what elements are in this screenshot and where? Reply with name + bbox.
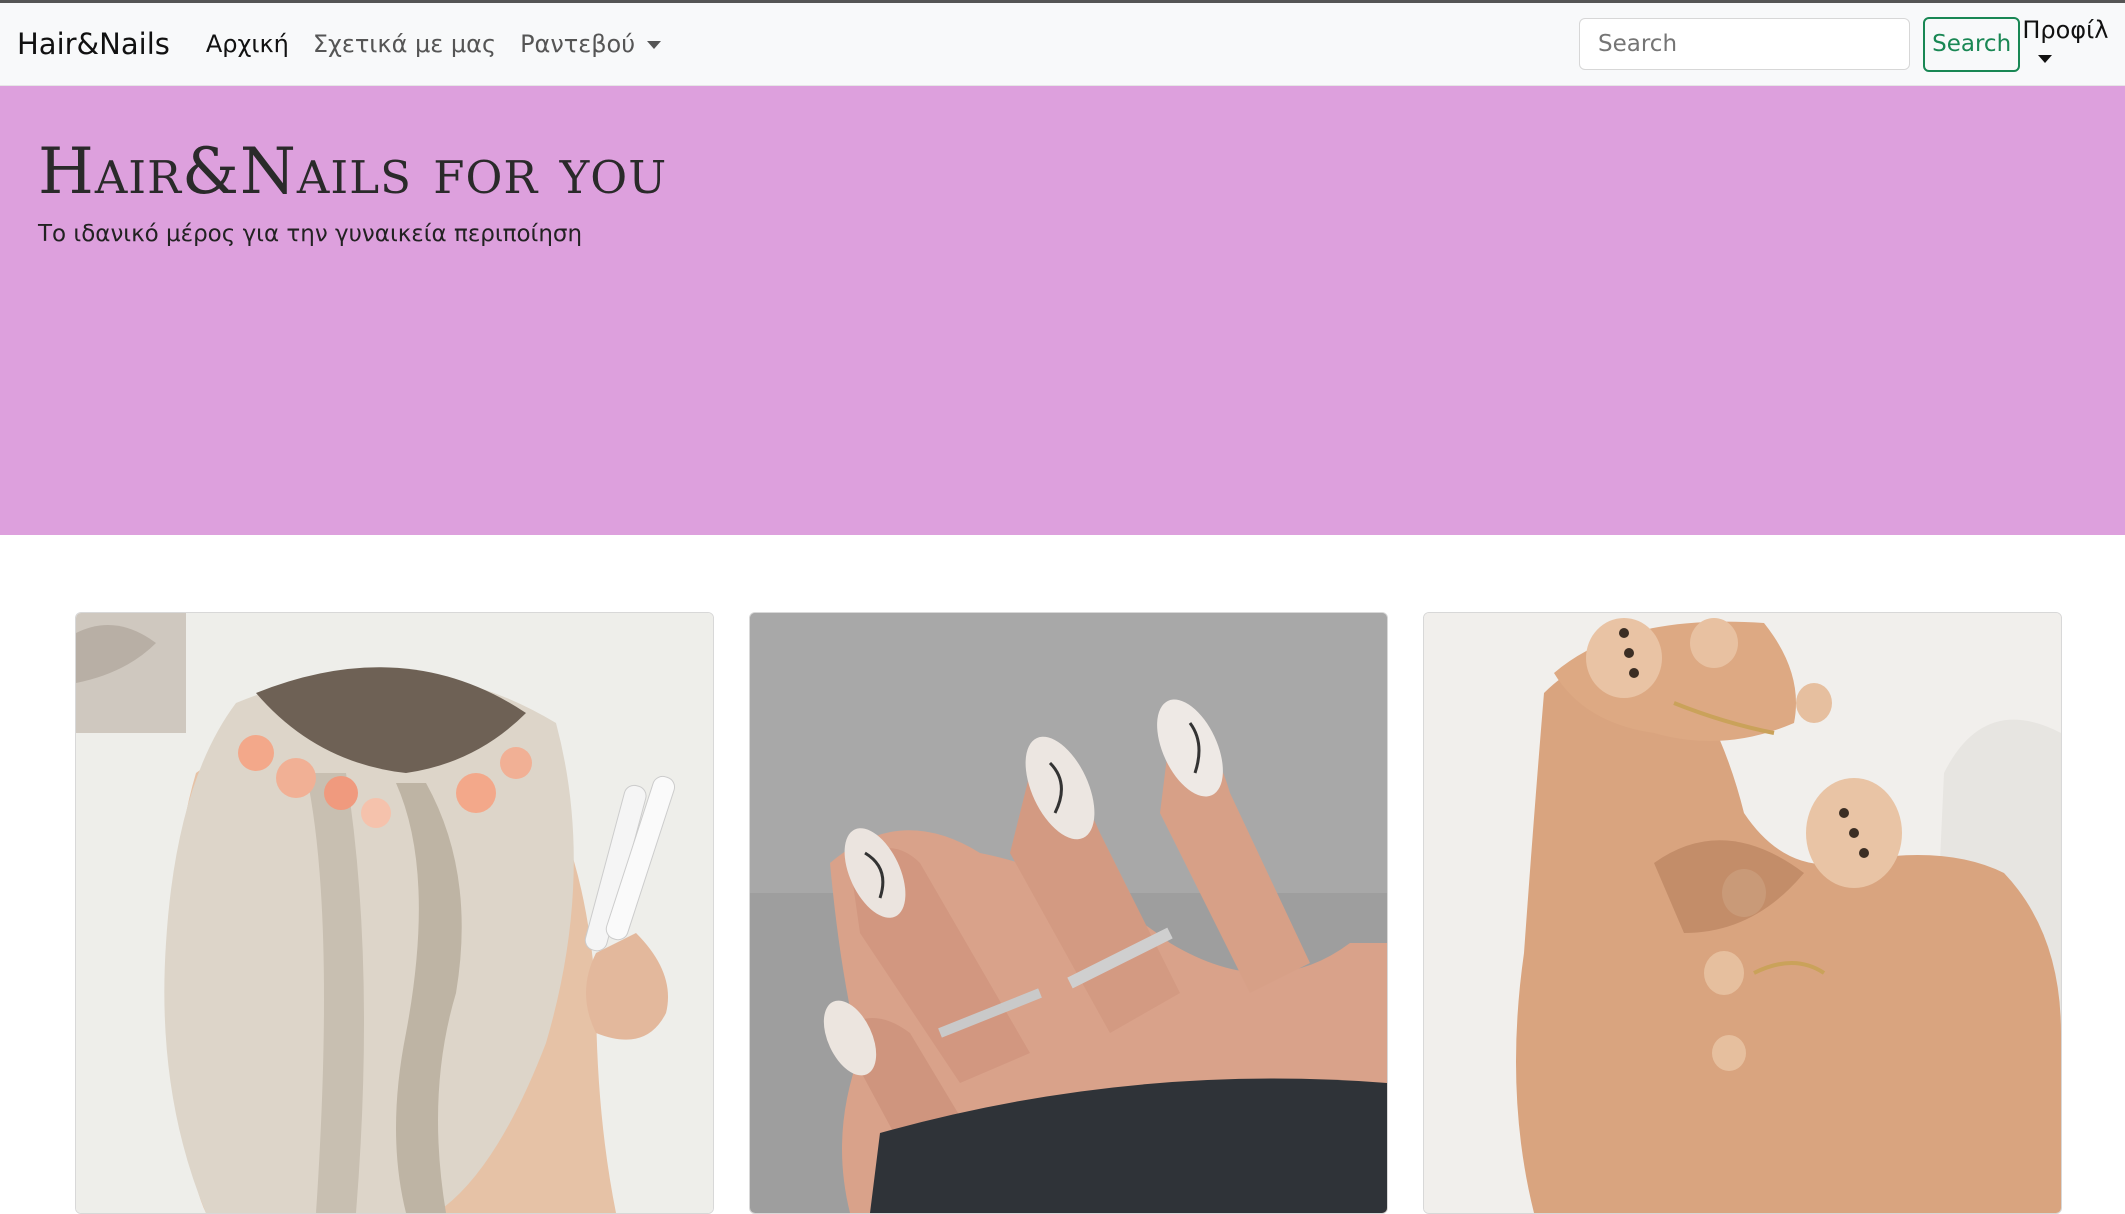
braided-hair-photo (76, 613, 713, 1213)
nav-dropdown-appointments[interactable]: Ραντεβού (520, 30, 662, 58)
gallery-card-hair[interactable] (75, 612, 714, 1214)
gallery-card-nails[interactable] (749, 612, 1388, 1214)
hero-title: Hair&Nails for you (38, 135, 668, 209)
search-form: Search Προφίλ (1579, 16, 2125, 72)
pedicure-photo (1424, 613, 2061, 1213)
search-input[interactable] (1579, 18, 1910, 70)
gallery-card-pedicure[interactable] (1423, 612, 2062, 1214)
profile-label: Προφίλ (2022, 16, 2109, 44)
nav-dropdown-appointments-label: Ραντεβού (520, 30, 636, 58)
chevron-down-icon (2038, 55, 2053, 63)
nav-link-about[interactable]: Σχετικά με μας (313, 30, 496, 58)
hero-subtitle: Το ιδανικό μέρος για την γυναικεία περιπ… (38, 221, 583, 247)
nav-link-home[interactable]: Αρχική (206, 30, 289, 58)
navbar: Hair&Nails Αρχική Σχετικά με μας Ραντεβο… (0, 3, 2125, 86)
chevron-down-icon (647, 41, 662, 49)
nail-art-photo (750, 613, 1387, 1213)
profile-dropdown[interactable]: Προφίλ (2022, 16, 2125, 72)
search-button[interactable]: Search (1923, 16, 2021, 72)
brand-link[interactable]: Hair&Nails (17, 27, 170, 61)
hero-banner: Hair&Nails for you Το ιδανικό μέρος για … (0, 86, 2125, 535)
